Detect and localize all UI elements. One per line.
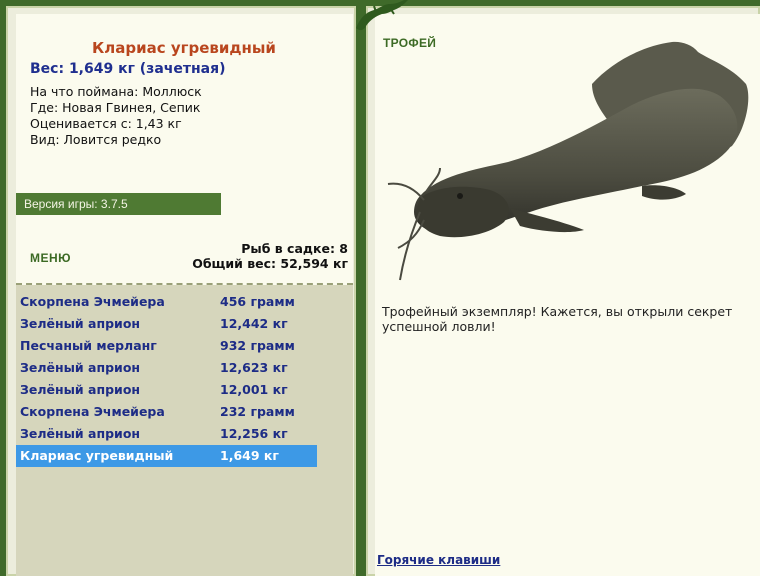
catch-fish-name: Зелёный априон <box>20 426 141 441</box>
catch-fish-weight: 12,442 кг <box>220 316 288 331</box>
catch-fish-weight: 932 грамм <box>220 338 295 353</box>
catch-fish-name: Песчаный мерланг <box>20 338 157 353</box>
trophy-description: Трофейный экземпляр! Кажется, вы открыли… <box>382 304 733 334</box>
catch-fish-name: Скорпена Эчмейера <box>20 404 165 419</box>
catch-row[interactable]: Зелёный априон 12,001 кг <box>16 379 317 401</box>
catch-fish-name: Клариас угревидный <box>20 448 174 463</box>
catch-fish-name: Скорпена Эчмейера <box>20 294 165 309</box>
catch-row[interactable]: Зелёный априон 12,442 кг <box>16 313 317 335</box>
catch-row[interactable]: Зелёный априон 12,623 кг <box>16 357 317 379</box>
fish-weight-line: Вес: 1,649 кг (зачетная) <box>30 61 226 77</box>
lizard-icon <box>356 0 408 31</box>
catch-row[interactable]: Песчаный мерланг 932 грамм <box>16 335 317 357</box>
catch-fish-name: Зелёный априон <box>20 316 141 331</box>
catch-fish-weight: 12,001 кг <box>220 382 288 397</box>
catch-fish-name: Зелёный априон <box>20 382 141 397</box>
trophy-fish-image <box>387 41 749 281</box>
catch-fish-weight: 1,649 кг <box>220 448 279 463</box>
catch-fish-weight: 12,623 кг <box>220 360 288 375</box>
rating-info: Оценивается с: 1,43 кг <box>30 116 182 131</box>
fish-count: Рыб в садке: 8 <box>241 241 348 256</box>
catch-fish-weight: 232 грамм <box>220 404 295 419</box>
catch-fish-weight: 456 грамм <box>220 294 295 309</box>
fish-name-title: Клариас угревидный <box>92 39 276 57</box>
hotkeys-link[interactable]: Горячие клавиши <box>377 553 500 567</box>
menu-button[interactable]: МЕНЮ <box>30 251 71 265</box>
catch-row[interactable]: Скорпена Эчмейера 456 грамм <box>16 291 317 313</box>
total-weight: Общий вес: 52,594 кг <box>192 256 348 271</box>
catch-row[interactable]: Скорпена Эчмейера 232 грамм <box>16 401 317 423</box>
catch-fish-name: Зелёный априон <box>20 360 141 375</box>
divider <box>16 283 353 285</box>
bait-info: На что поймана: Моллюск <box>30 84 202 99</box>
catch-row[interactable]: Клариас угревидный 1,649 кг <box>16 445 317 467</box>
version-bar: Версия игры: 3.7.5 <box>16 193 221 215</box>
location-info: Где: Новая Гвинея, Сепик <box>30 100 201 115</box>
catch-row[interactable]: Зелёный априон 12,256 кг <box>16 423 317 445</box>
species-info: Вид: Ловится редко <box>30 132 162 147</box>
catch-fish-weight: 12,256 кг <box>220 426 288 441</box>
